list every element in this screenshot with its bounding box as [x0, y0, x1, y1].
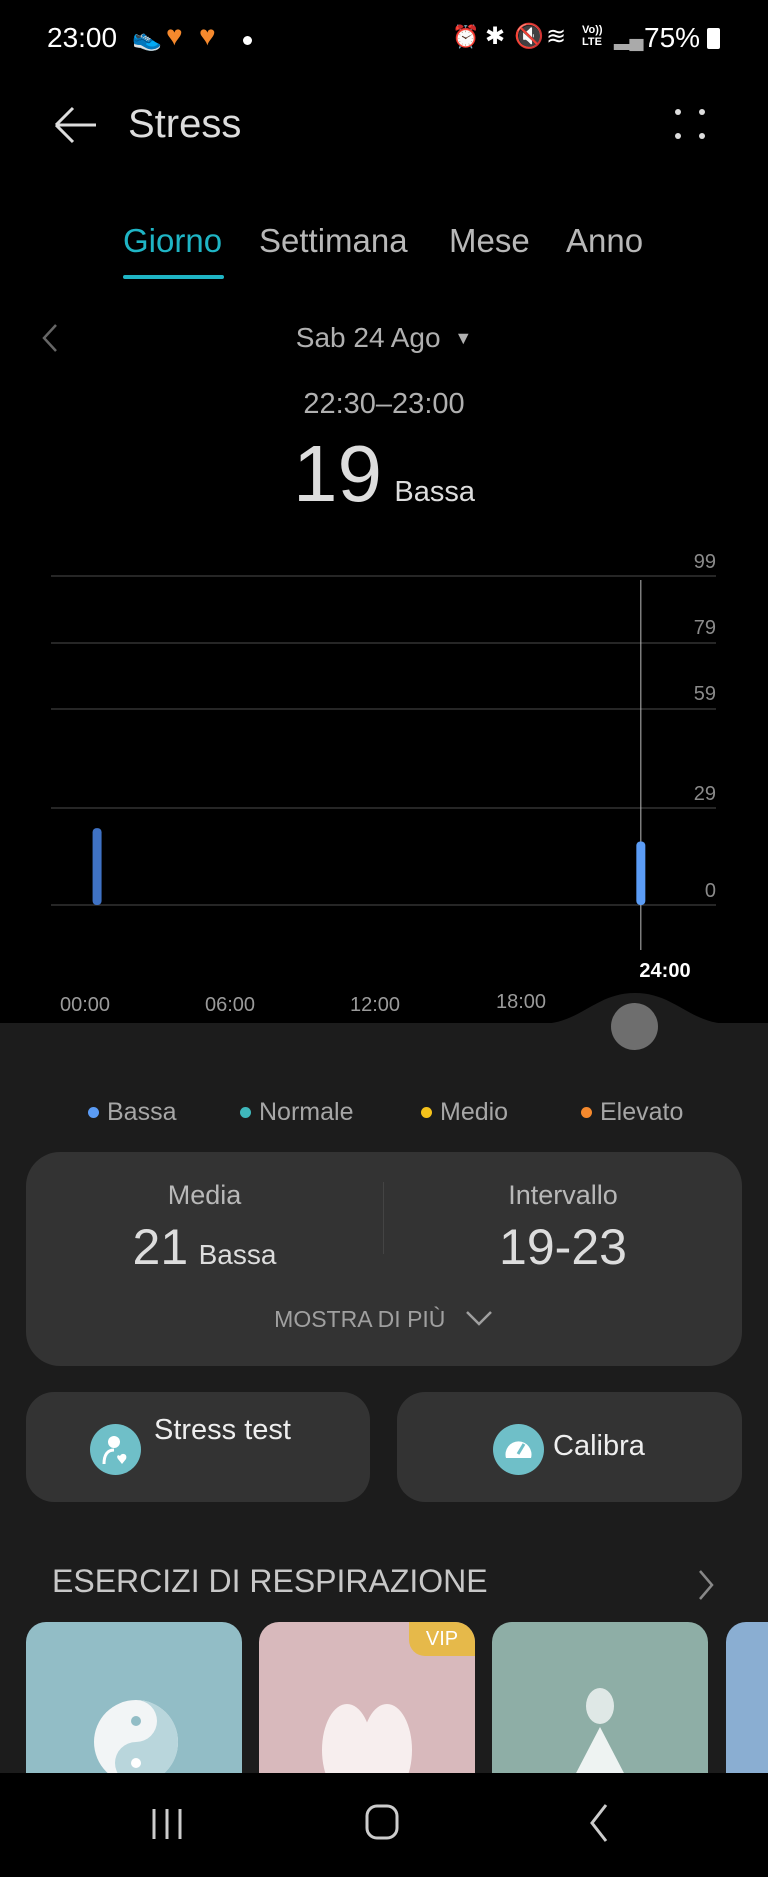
see-all-button[interactable] — [692, 1567, 718, 1603]
calibrate-button[interactable]: Calibra — [397, 1392, 742, 1502]
stress-chart[interactable]: 99 79 59 29 0 00:00 06:00 12:00 18:00 24… — [0, 0, 768, 1023]
yin-yang-icon — [94, 1700, 178, 1773]
recent-apps-button[interactable] — [148, 1803, 188, 1843]
chevron-down-icon — [465, 1311, 492, 1326]
legend-medio: Medio — [421, 1098, 508, 1127]
legend-bassa: Bassa — [88, 1098, 176, 1127]
x-tick-label: 12:00 — [349, 994, 401, 1016]
media-level: Bassa — [198, 1239, 277, 1270]
stress-bar[interactable] — [636, 841, 646, 905]
legend-elevato: Elevato — [581, 1098, 683, 1127]
gauge-icon — [493, 1424, 544, 1475]
stress-bar[interactable] — [92, 828, 102, 905]
exercise-card-yin-yang[interactable] — [26, 1622, 242, 1773]
chart-plot — [51, 575, 716, 950]
show-more-button[interactable]: MOSTRA DI PIÙ — [26, 1306, 742, 1333]
y-tick-label: 0 — [704, 880, 716, 902]
media-label: Media — [167, 1180, 242, 1210]
legend-label: Normale — [259, 1098, 354, 1126]
show-more-label: MOSTRA DI PIÙ — [274, 1306, 446, 1332]
stress-test-button[interactable]: Stress test — [26, 1392, 370, 1502]
stress-test-label: Stress test — [154, 1414, 291, 1446]
media-value: 21 — [132, 1219, 189, 1275]
exercise-card-partial[interactable] — [726, 1622, 768, 1773]
back-nav-button[interactable] — [584, 1801, 614, 1845]
y-tick-label: 29 — [693, 783, 716, 805]
person-heart-icon — [90, 1424, 141, 1475]
navigation-bar — [0, 1773, 768, 1877]
x-tick-label: 00:00 — [59, 994, 111, 1016]
x-tick-label: 06:00 — [204, 994, 256, 1016]
time-slider-handle[interactable] — [611, 1003, 658, 1050]
summary-card: Media 21 Bassa Intervallo 19-23 MOSTRA D… — [26, 1152, 742, 1366]
y-tick-label: 59 — [693, 683, 716, 705]
x-tick-label: 18:00 — [495, 991, 547, 1013]
calibrate-label: Calibra — [553, 1430, 645, 1462]
range-label: Intervallo — [508, 1180, 618, 1210]
exercise-card-brain[interactable]: VIP — [259, 1622, 475, 1773]
legend-dot — [581, 1107, 592, 1118]
meditation-icon — [576, 1688, 624, 1773]
y-tick-label: 79 — [693, 617, 716, 639]
section-title: ESERCIZI DI RESPIRAZIONE — [52, 1563, 488, 1599]
media-value-group: 21 Bassa — [26, 1218, 383, 1276]
brain-icon — [322, 1704, 412, 1773]
legend-label: Medio — [440, 1098, 509, 1126]
exercise-card-meditation[interactable] — [492, 1622, 708, 1773]
home-button[interactable] — [362, 1801, 402, 1843]
chevron-right-icon — [699, 1570, 714, 1600]
legend-dot — [88, 1107, 99, 1118]
legend-dot — [421, 1107, 432, 1118]
legend-normale: Normale — [240, 1098, 353, 1127]
cursor-time-label: 24:00 — [639, 960, 691, 982]
range-value: 19-23 — [499, 1219, 627, 1275]
vip-badge: VIP — [409, 1622, 475, 1656]
legend-label: Bassa — [107, 1098, 177, 1126]
legend-label: Elevato — [600, 1098, 684, 1126]
y-tick-label: 99 — [693, 551, 716, 573]
legend-dot — [240, 1107, 251, 1118]
